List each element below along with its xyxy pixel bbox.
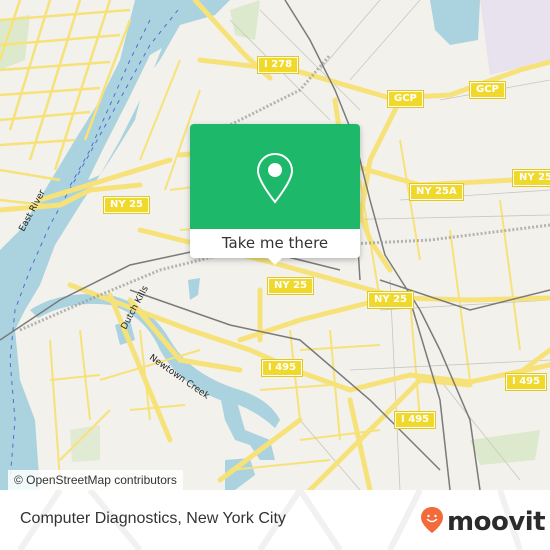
shield-i495: I 495 (262, 360, 303, 376)
shield-ny25: NY 25 (368, 292, 414, 308)
shield-i495: I 495 (506, 374, 547, 390)
location-pin-icon (256, 152, 294, 208)
map-widget: East River Dutch Kills Newtown Creek I 2… (0, 0, 550, 550)
shield-i278: I 278 (258, 57, 299, 73)
take-me-there-button[interactable]: Take me there (190, 229, 360, 258)
shield-ny25a: NY 25A (410, 184, 463, 200)
brand-name: moovit (447, 507, 546, 537)
park-area (70, 425, 100, 462)
shield-gcp: GCP (470, 82, 505, 98)
location-popup: Take me there (190, 124, 360, 265)
shield-i495: I 495 (395, 412, 436, 428)
shield-ny25a: NY 25A (513, 170, 550, 186)
moovit-smile-pin-icon (420, 506, 444, 538)
popup-pointer (267, 257, 283, 265)
shield-gcp: GCP (388, 91, 423, 107)
popup-card: Take me there (190, 124, 360, 258)
shield-ny25: NY 25 (268, 278, 314, 294)
popup-header (190, 124, 360, 229)
place-title: Computer Diagnostics, New York City (20, 510, 286, 527)
moovit-logo[interactable]: moovit (420, 506, 546, 538)
map-attribution[interactable]: © OpenStreetMap contributors (8, 470, 183, 490)
shield-ny25: NY 25 (104, 197, 150, 213)
